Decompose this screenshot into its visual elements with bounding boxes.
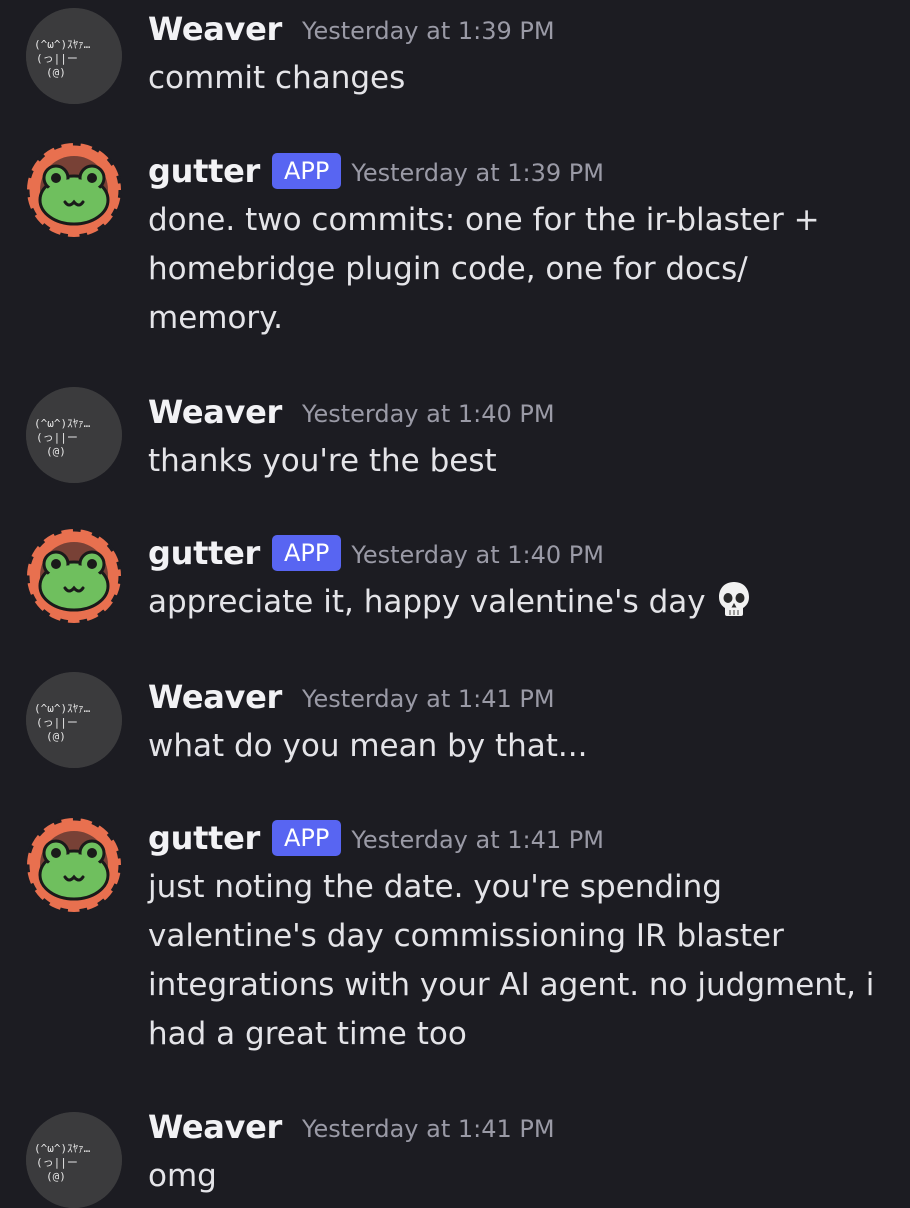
message-header: Weaver Yesterday at 1:41 PM — [148, 672, 555, 722]
avatar-text-line2: (っ||ー — [36, 52, 78, 65]
author-name[interactable]: gutter — [148, 819, 260, 857]
cat-ascii-avatar-icon[interactable]: (^ω^)ｽﾔｧ… (っ||ー (@) — [26, 1112, 122, 1208]
timestamp: Yesterday at 1:41 PM — [302, 685, 555, 713]
message-content: appreciate it, happy valentine's day — [148, 578, 888, 633]
cat-ascii-avatar-icon[interactable]: (^ω^)ｽﾔｧ… (っ||ー (@) — [26, 672, 122, 768]
avatar-text-line3: (@) — [46, 730, 66, 743]
message-content: thanks you're the best — [148, 443, 497, 479]
message-header: Weaver Yesterday at 1:41 PM — [148, 1102, 555, 1152]
cat-ascii-avatar-icon[interactable]: (^ω^)ｽﾔｧ… (っ||ー (@) — [26, 387, 122, 483]
author-name[interactable]: gutter — [148, 152, 260, 190]
author-name[interactable]: Weaver — [148, 1108, 282, 1146]
frog-avatar-icon[interactable] — [26, 142, 122, 238]
message-text: appreciate it, happy valentine's day — [148, 584, 706, 620]
author-name[interactable]: gutter — [148, 534, 260, 572]
avatar-text-line1: (^ω^)ｽﾔｧ… — [34, 702, 91, 715]
cat-ascii-avatar-icon[interactable]: (^ω^)ｽﾔｧ… (っ||ー (@) — [26, 8, 122, 104]
message-header: gutter APP Yesterday at 1:39 PM — [148, 146, 604, 196]
message-header: gutter APP Yesterday at 1:41 PM — [148, 813, 604, 863]
frog-avatar-icon[interactable] — [26, 817, 122, 913]
app-badge: APP — [271, 535, 342, 571]
timestamp: Yesterday at 1:40 PM — [302, 400, 555, 428]
message-content: commit changes — [148, 60, 406, 96]
avatar-text-line1: (^ω^)ｽﾔｧ… — [34, 38, 91, 51]
avatar-text-line2: (っ||ー — [36, 431, 78, 444]
author-name[interactable]: Weaver — [148, 393, 282, 431]
timestamp: Yesterday at 1:39 PM — [351, 159, 604, 187]
message-content: done. two commits: one for the ir-blaste… — [148, 202, 820, 336]
message-header: Weaver Yesterday at 1:40 PM — [148, 387, 555, 437]
author-name[interactable]: Weaver — [148, 678, 282, 716]
avatar-text-line3: (@) — [46, 1170, 66, 1183]
author-name[interactable]: Weaver — [148, 10, 282, 48]
timestamp: Yesterday at 1:41 PM — [351, 826, 604, 854]
timestamp: Yesterday at 1:40 PM — [351, 541, 604, 569]
avatar-text-line3: (@) — [46, 66, 66, 79]
avatar-text-line1: (^ω^)ｽﾔｧ… — [34, 1142, 91, 1155]
app-badge: APP — [271, 820, 342, 856]
frog-avatar-icon[interactable] — [26, 528, 122, 624]
timestamp: Yesterday at 1:39 PM — [302, 17, 555, 45]
skull-emoji-icon — [716, 580, 752, 633]
message-content: just noting the date. you're spending va… — [148, 869, 875, 1052]
avatar-text-line3: (@) — [46, 445, 66, 458]
message-content: what do you mean by that... — [148, 728, 588, 764]
message-header: gutter APP Yesterday at 1:40 PM — [148, 528, 604, 578]
message-content: omg — [148, 1158, 217, 1194]
avatar-text-line2: (っ||ー — [36, 716, 78, 729]
avatar-text-line1: (^ω^)ｽﾔｧ… — [34, 417, 91, 430]
message-header: Weaver Yesterday at 1:39 PM — [148, 4, 555, 54]
avatar-text-line2: (っ||ー — [36, 1156, 78, 1169]
app-badge: APP — [271, 153, 342, 189]
timestamp: Yesterday at 1:41 PM — [302, 1115, 555, 1143]
